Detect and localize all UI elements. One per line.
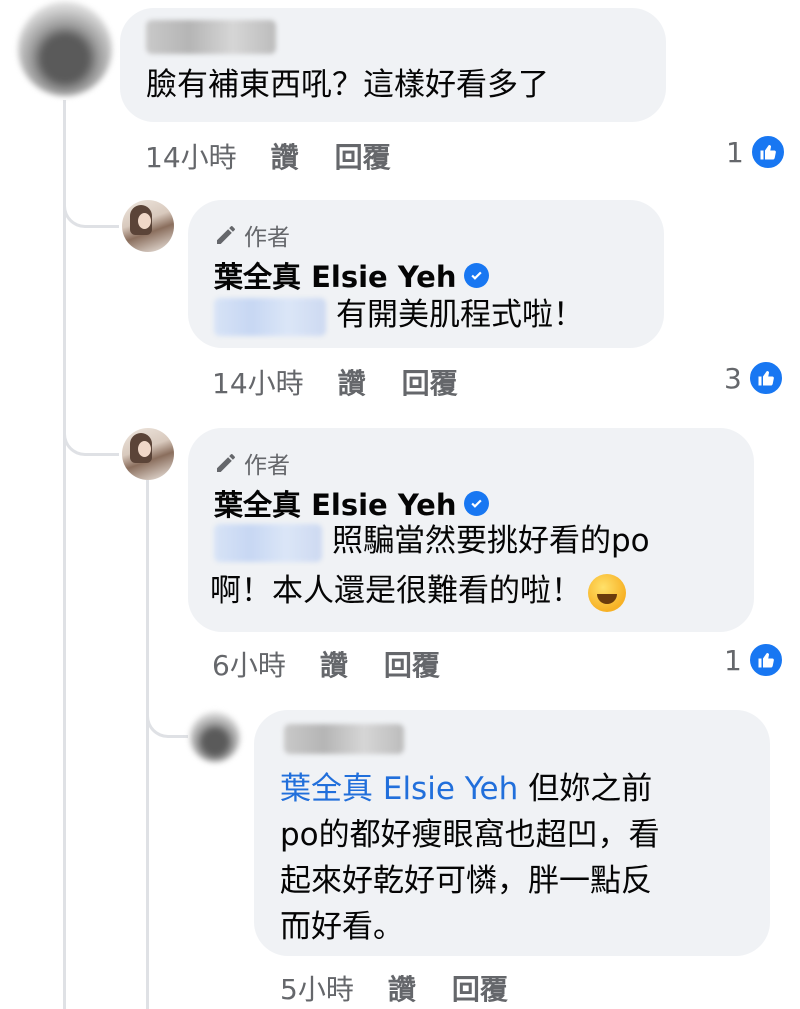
- commenter-name-blurred[interactable]: [284, 724, 404, 754]
- reply-time[interactable]: 6小時: [212, 644, 286, 684]
- reply-meta: 6小時 讚 回覆: [212, 644, 476, 684]
- mention-blurred[interactable]: [214, 298, 326, 336]
- comment-time[interactable]: 14小時: [145, 136, 237, 176]
- comment-meta: 14小時 讚 回覆: [145, 136, 427, 176]
- pencil-icon: [217, 454, 235, 472]
- verified-badge-icon: [464, 262, 490, 288]
- reply-button[interactable]: 回覆: [384, 644, 440, 684]
- author-tag-label: 作者: [244, 225, 290, 251]
- reply-bubble: 作者 葉全真 Elsie Yeh 有開美肌程式啦！: [188, 200, 664, 348]
- like-button[interactable]: 讚: [320, 644, 348, 684]
- reply-text-line1-wrap: 葉全真 Elsie Yeh 但妳之前: [280, 766, 652, 812]
- author-name[interactable]: 葉全真 Elsie Yeh: [214, 254, 490, 296]
- reply-bubble: 葉全真 Elsie Yeh 但妳之前 po的都好瘦眼窩也超凹，看 起來好乾好可憐，…: [254, 710, 770, 956]
- mention-blurred[interactable]: [214, 524, 322, 562]
- reply-button[interactable]: 回覆: [452, 968, 508, 1008]
- author-badge: 作者: [214, 446, 290, 480]
- like-count: 1: [726, 135, 744, 169]
- reply-meta: 5小時 讚 回覆: [280, 968, 544, 1008]
- comment-text: 臉有補東西吼？這樣好看多了: [146, 67, 549, 103]
- comment-bubble: 臉有補東西吼？這樣好看多了: [120, 8, 666, 122]
- like-count: 3: [724, 361, 742, 395]
- verified-badge-icon: [464, 490, 490, 516]
- reaction-count[interactable]: 1: [726, 134, 786, 170]
- reply-text-line1: 照騙當然要挑好看的po: [332, 523, 650, 559]
- reply-button[interactable]: 回覆: [335, 136, 391, 176]
- reply-meta: 14小時 讚 回覆: [212, 362, 494, 402]
- thread-line-main: [63, 100, 66, 1009]
- thread-elbow-1: [63, 170, 119, 228]
- reaction-count[interactable]: 1: [724, 642, 784, 678]
- reply-text-line3: 起來好乾好可憐，胖一點反: [280, 863, 652, 899]
- reply-button[interactable]: 回覆: [402, 362, 458, 402]
- reply-text-line4: 而好看。: [280, 909, 404, 945]
- reply-text-line2: 啊！本人還是很難看的啦！: [210, 573, 582, 609]
- mention-link[interactable]: 葉全真 Elsie Yeh: [280, 771, 518, 807]
- author-name-text: 葉全真 Elsie Yeh: [214, 260, 457, 294]
- commenter-name-blurred[interactable]: [146, 20, 276, 54]
- reply-bubble: 作者 葉全真 Elsie Yeh 照騙當然要挑好看的po 啊！本人還是很難看的啦…: [188, 428, 754, 632]
- reply-text-line1: 但妳之前: [528, 771, 653, 807]
- commenter-avatar[interactable]: [18, 2, 112, 96]
- like-button[interactable]: 讚: [271, 136, 299, 176]
- reply-text-line2-wrap: 啊！本人還是很難看的啦！: [210, 568, 626, 614]
- author-avatar[interactable]: [122, 200, 174, 252]
- thumbs-up-icon: [747, 642, 784, 678]
- rolling-laughing-emoji-icon: [588, 573, 626, 612]
- thread-elbow-3: [146, 690, 188, 738]
- thread-line-nested: [146, 480, 149, 1009]
- pencil-icon: [217, 226, 235, 244]
- commenter-avatar[interactable]: [190, 712, 240, 762]
- thumbs-up-icon: [749, 134, 786, 170]
- reply-text: 有開美肌程式啦！: [336, 297, 584, 333]
- author-badge: 作者: [214, 218, 290, 252]
- reaction-count[interactable]: 3: [724, 360, 784, 396]
- thread-elbow-2: [63, 398, 119, 456]
- author-tag-label: 作者: [244, 453, 290, 479]
- thumbs-up-icon: [747, 360, 784, 396]
- reply-time[interactable]: 5小時: [280, 968, 354, 1008]
- like-count: 1: [724, 643, 742, 677]
- like-button[interactable]: 讚: [338, 362, 366, 402]
- author-avatar[interactable]: [122, 428, 174, 480]
- reply-time[interactable]: 14小時: [212, 362, 304, 402]
- reply-text-line2: po的都好瘦眼窩也超凹，看: [280, 817, 660, 853]
- like-button[interactable]: 讚: [388, 968, 416, 1008]
